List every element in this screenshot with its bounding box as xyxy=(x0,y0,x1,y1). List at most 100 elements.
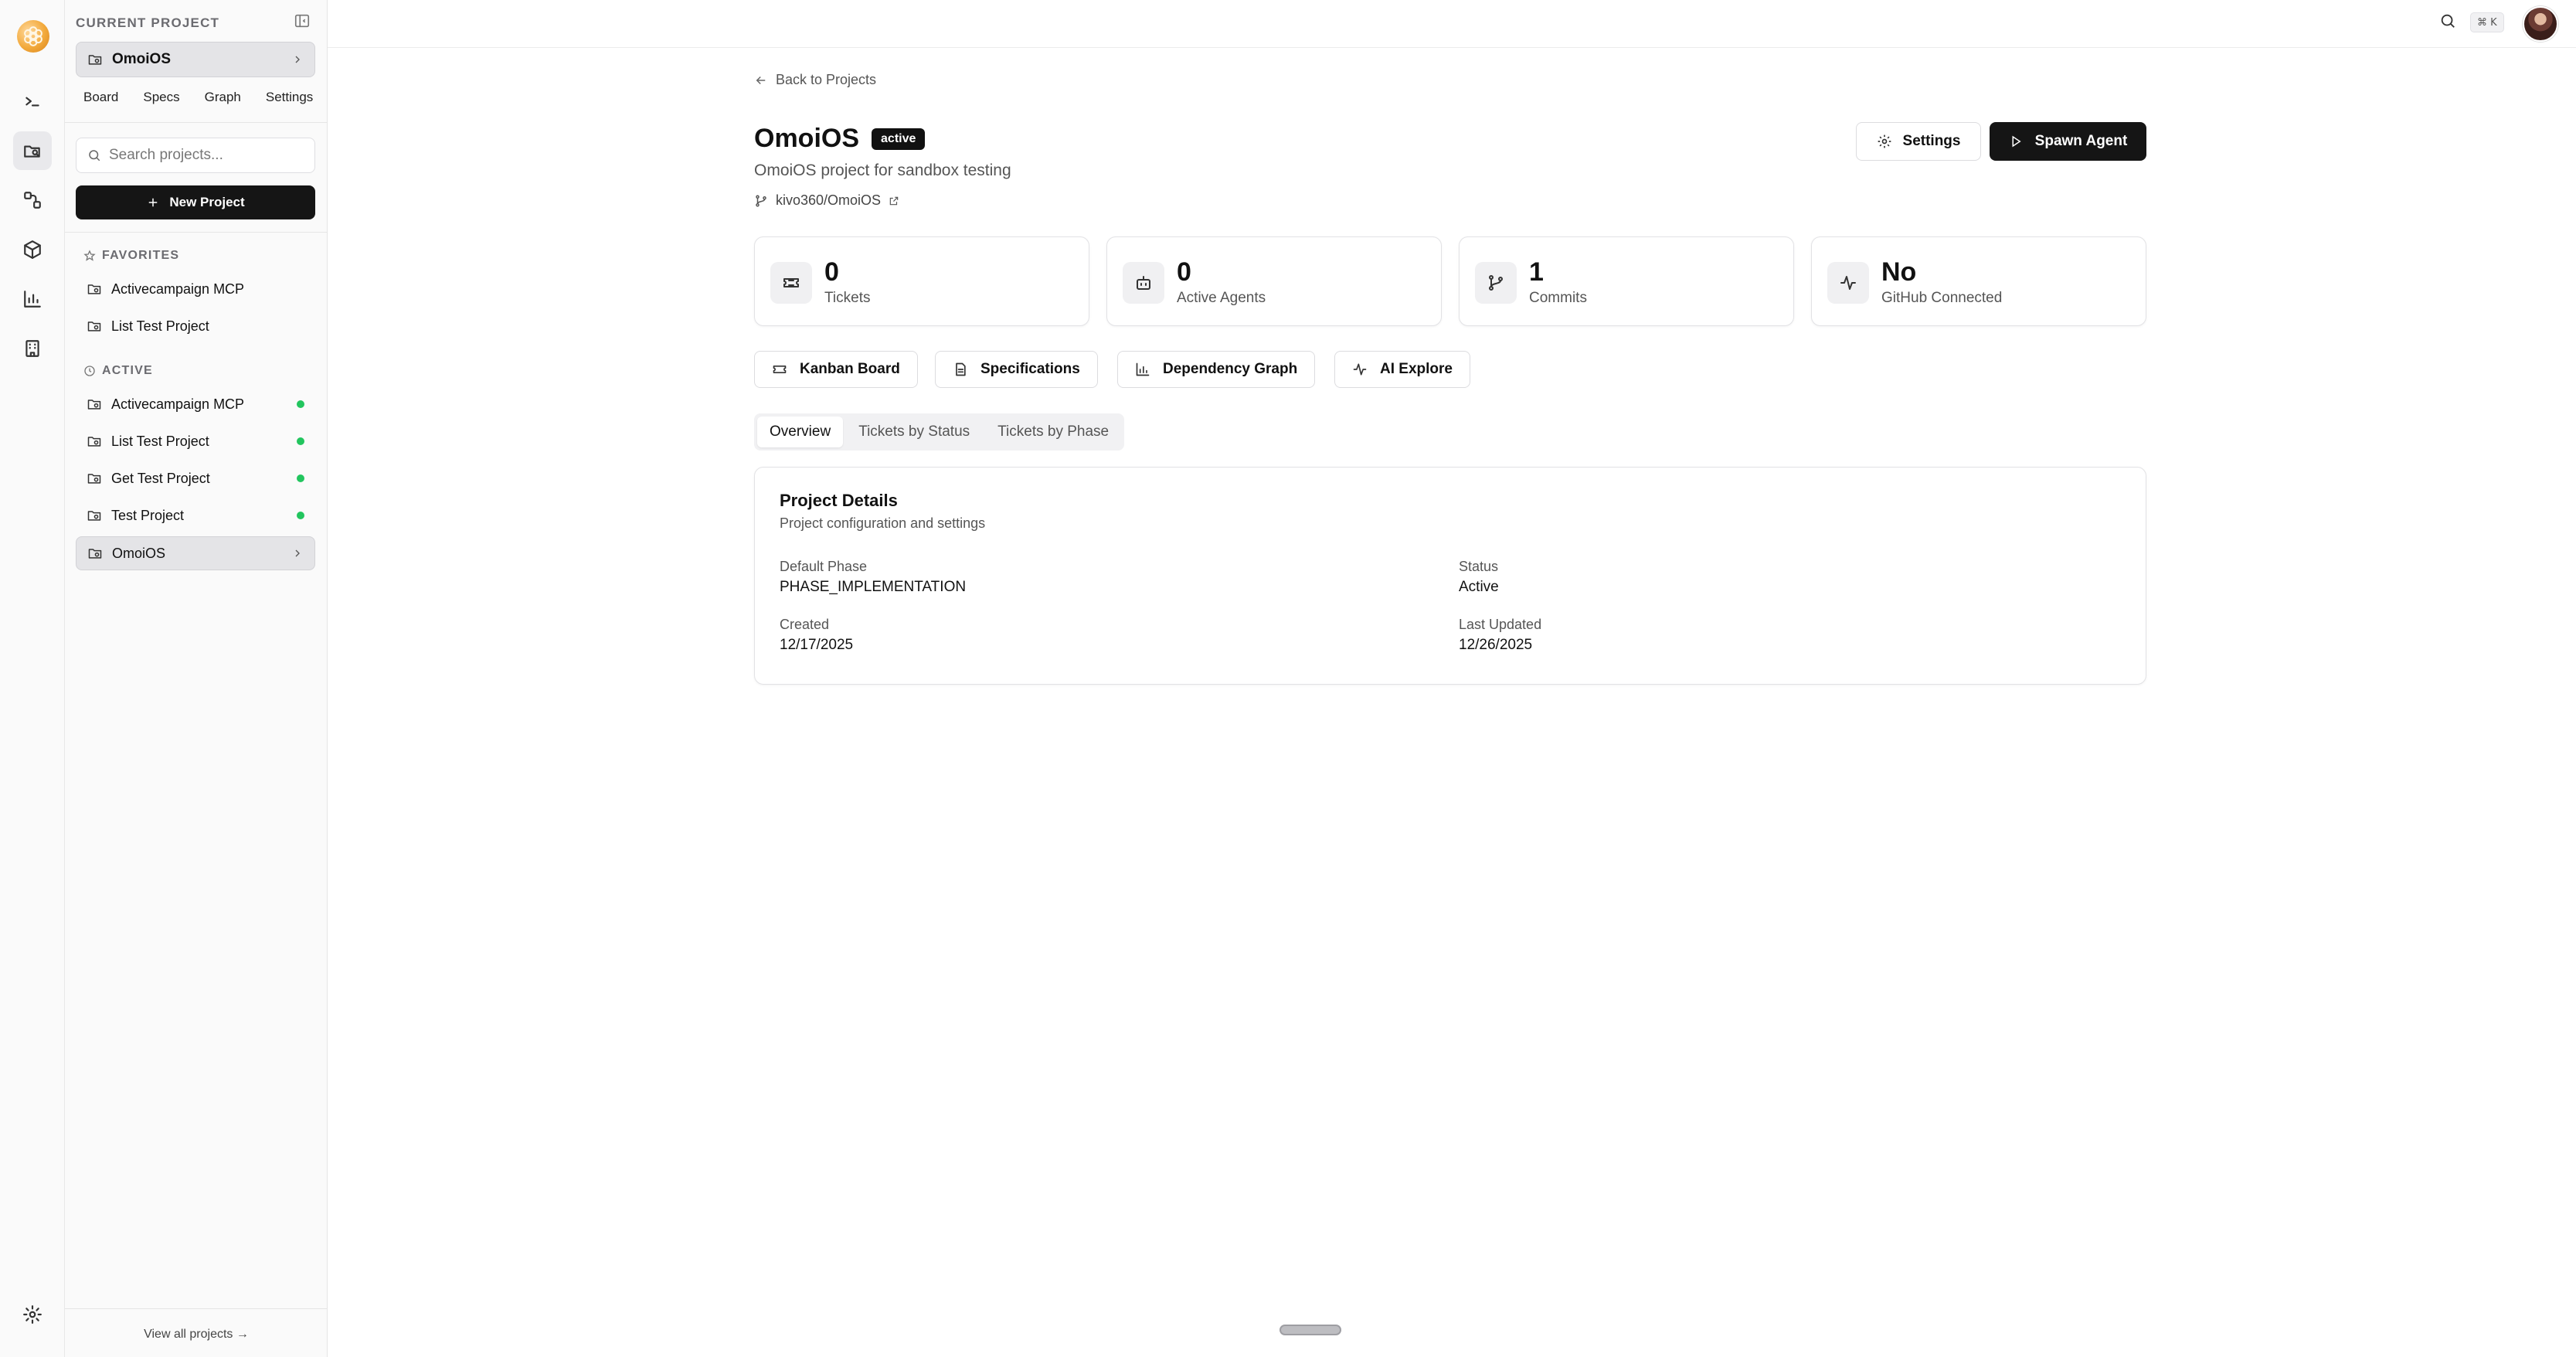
search-icon xyxy=(87,148,101,162)
project-description: OmoiOS project for sandbox testing xyxy=(754,162,1011,179)
analytics-icon[interactable] xyxy=(13,280,52,318)
subnav-board[interactable]: Board xyxy=(83,90,118,105)
status-dot xyxy=(297,512,304,519)
search-input[interactable] xyxy=(109,147,302,164)
bar-chart-icon xyxy=(1136,362,1150,376)
projects-icon[interactable] xyxy=(13,131,52,170)
stat-label: Tickets xyxy=(824,290,871,306)
divider xyxy=(65,232,328,233)
favorite-item-label: List Test Project xyxy=(111,318,209,334)
stat-card-tickets: 0 Tickets xyxy=(754,236,1089,326)
stat-label: Commits xyxy=(1529,290,1587,306)
current-project-name: OmoiOS xyxy=(112,51,172,67)
subnav-specs[interactable]: Specs xyxy=(143,90,179,105)
resize-handle[interactable] xyxy=(1280,1325,1341,1335)
git-branch-icon xyxy=(1475,262,1517,304)
status-dot xyxy=(297,474,304,482)
favorite-item[interactable]: List Test Project xyxy=(76,309,315,343)
title-row: OmoiOS active xyxy=(754,124,926,154)
file-text-icon xyxy=(956,362,966,376)
created-value: 12/17/2025 xyxy=(780,637,854,653)
star-icon xyxy=(83,250,96,261)
folder-icon xyxy=(87,52,103,67)
folder-icon xyxy=(87,396,102,412)
organization-icon[interactable] xyxy=(13,329,52,368)
stat-card-github: No GitHub Connected xyxy=(1811,236,2146,326)
activity-icon xyxy=(1827,262,1869,304)
view-all-projects-link[interactable]: View all projects → xyxy=(65,1328,328,1342)
package-icon[interactable] xyxy=(13,230,52,269)
gear-icon xyxy=(1878,134,1891,148)
last-updated-value: 12/26/2025 xyxy=(1459,637,1533,653)
logo-icon[interactable] xyxy=(17,20,49,53)
active-project-label: Get Test Project xyxy=(111,470,210,486)
kanban-board-button[interactable]: Kanban Board xyxy=(754,351,918,388)
tab-tickets-by-status[interactable]: Tickets by Status xyxy=(846,417,982,447)
divider xyxy=(65,122,328,123)
status-label: Status xyxy=(1459,559,1499,574)
back-to-projects-link[interactable]: Back to Projects xyxy=(754,72,876,88)
repo-link[interactable]: kivo360/OmoiOS xyxy=(754,192,899,209)
folder-icon xyxy=(87,508,102,523)
spawn-agent-button[interactable]: Spawn Agent xyxy=(1990,122,2146,161)
favorite-item[interactable]: Activecampaign MCP xyxy=(76,272,315,306)
active-project-item[interactable]: Activecampaign MCP xyxy=(76,387,315,421)
tab-overview[interactable]: Overview xyxy=(757,417,844,447)
ai-explore-button[interactable]: AI Explore xyxy=(1334,351,1470,388)
page-title: OmoiOS xyxy=(754,124,860,153)
collapse-sidebar-icon[interactable] xyxy=(294,12,312,31)
chevron-right-icon xyxy=(291,53,304,66)
search-icon[interactable] xyxy=(2439,12,2456,29)
settings-label: Settings xyxy=(1902,133,1961,149)
settings-icon[interactable] xyxy=(13,1295,52,1334)
workflow-icon[interactable] xyxy=(13,181,52,219)
external-link-icon xyxy=(889,196,899,205)
ai-explore-label: AI Explore xyxy=(1380,361,1453,377)
active-project-item[interactable]: Get Test Project xyxy=(76,461,315,495)
stat-label: Active Agents xyxy=(1177,290,1266,306)
folder-icon xyxy=(87,318,102,334)
bot-icon xyxy=(1123,262,1164,304)
new-project-button[interactable]: New Project xyxy=(76,185,315,219)
active-project-item-selected[interactable]: OmoiOS xyxy=(76,536,315,570)
avatar[interactable] xyxy=(2523,6,2558,42)
kanban-board-label: Kanban Board xyxy=(800,361,900,377)
last-updated-label: Last Updated xyxy=(1459,617,1542,632)
active-project-item[interactable]: Test Project xyxy=(76,498,315,532)
specifications-label: Specifications xyxy=(980,361,1080,377)
default-phase-label: Default Phase xyxy=(780,559,868,574)
command-shortcut-badge[interactable]: ⌘ K xyxy=(2470,12,2504,32)
default-phase-value: PHASE_IMPLEMENTATION xyxy=(780,579,967,595)
terminal-icon[interactable] xyxy=(13,82,52,121)
active-label: ACTIVE xyxy=(102,364,153,377)
favorite-item-label: Activecampaign MCP xyxy=(111,281,245,297)
spawn-agent-label: Spawn Agent xyxy=(2034,133,2128,149)
project-sidebar: CURRENT PROJECT OmoiOS Board Specs Graph… xyxy=(65,0,328,1357)
active-project-label: List Test Project xyxy=(111,433,209,449)
favorites-label: FAVORITES xyxy=(102,249,180,262)
created-label: Created xyxy=(780,617,830,632)
ticket-icon xyxy=(770,262,812,304)
icon-rail xyxy=(0,0,65,1357)
subnav-graph[interactable]: Graph xyxy=(205,90,241,105)
details-subtitle: Project configuration and settings xyxy=(780,515,986,531)
folder-icon xyxy=(87,471,102,486)
current-project-selector[interactable]: OmoiOS xyxy=(76,42,315,77)
folder-icon xyxy=(87,281,102,297)
settings-button[interactable]: Settings xyxy=(1856,122,1981,161)
top-bar: ⌘ K xyxy=(328,0,2576,48)
project-details-card: Project Details Project configuration an… xyxy=(754,467,2146,685)
active-header: ACTIVE xyxy=(83,364,153,378)
active-project-label: Activecampaign MCP xyxy=(111,396,245,412)
active-project-item[interactable]: List Test Project xyxy=(76,424,315,458)
dependency-graph-button[interactable]: Dependency Graph xyxy=(1117,351,1316,388)
stat-value: No xyxy=(1881,257,1917,287)
repo-name: kivo360/OmoiOS xyxy=(776,192,882,208)
divider xyxy=(65,1308,328,1309)
back-label: Back to Projects xyxy=(776,72,877,87)
tab-tickets-by-phase[interactable]: Tickets by Phase xyxy=(985,417,1121,447)
specifications-button[interactable]: Specifications xyxy=(935,351,1098,388)
stat-value: 0 xyxy=(1177,257,1191,287)
folder-icon xyxy=(87,434,102,449)
subnav-settings[interactable]: Settings xyxy=(266,90,313,105)
